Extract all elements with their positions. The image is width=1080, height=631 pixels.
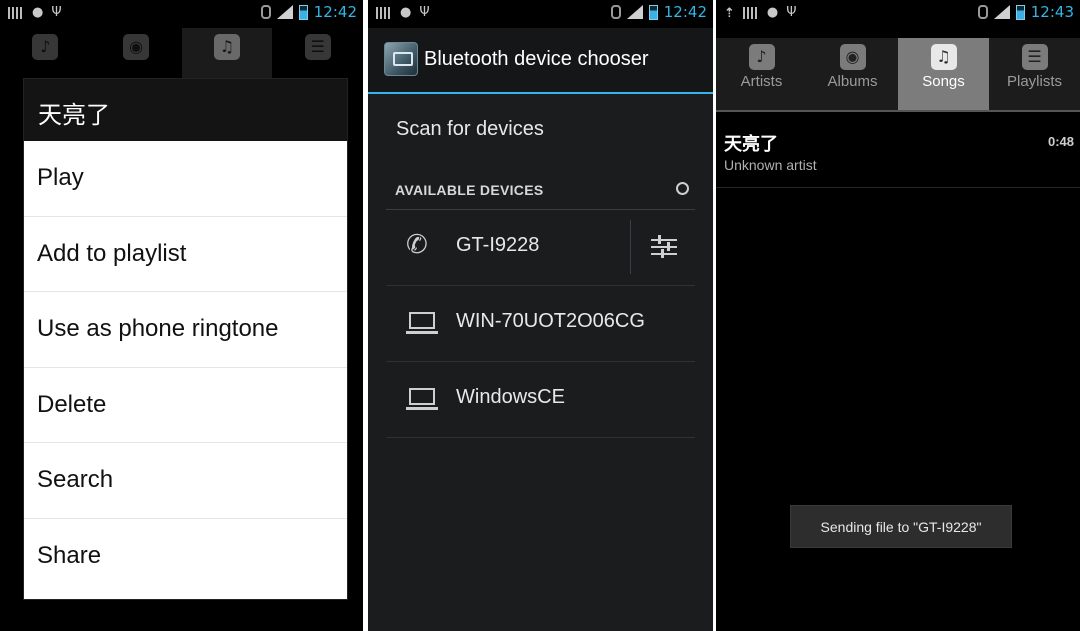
sending-file-toast: Sending file to "GT-I9228"	[790, 505, 1012, 548]
clock: 12:43	[1030, 3, 1074, 21]
tab-artists[interactable]: ♪ Artists	[716, 38, 807, 110]
device-name: WindowsCE	[456, 386, 565, 408]
list-icon: ☰	[304, 34, 331, 60]
menu-item-search[interactable]: Search	[24, 443, 347, 519]
usb-icon: Ψ	[51, 5, 62, 20]
song-row[interactable]: 天亮了 Unknown artist 0:48	[716, 118, 1080, 188]
section-label: AVAILABLE DEVICES	[395, 182, 544, 198]
barcode-icon	[742, 7, 759, 19]
device-row-gt-i9228[interactable]: ✆ GT-I9228	[386, 210, 695, 286]
bluetooth-header: Bluetooth device chooser	[368, 28, 713, 94]
battery-icon	[298, 4, 308, 20]
phone-icon: ✆	[406, 230, 428, 260]
tab-bar: ♪ Artists ◉ Albums ♫ Songs ☰ Playlists	[716, 38, 1080, 112]
tab-label: Albums	[827, 73, 878, 90]
microphone-icon: ♪	[32, 34, 59, 60]
signal-icon	[276, 5, 293, 19]
battery-icon	[1015, 4, 1025, 20]
list-icon: ☰	[1021, 44, 1048, 70]
album-icon: ◉	[839, 44, 866, 70]
microphone-icon: ♪	[748, 44, 775, 70]
android-icon: ●	[32, 5, 44, 20]
menu-item-use-as-ringtone[interactable]: Use as phone ringtone	[24, 292, 347, 368]
menu-item-share[interactable]: Share	[24, 519, 347, 595]
device-name: WIN-70UOT2O06CG	[456, 310, 645, 332]
tab-label: Artists	[740, 73, 783, 90]
song-duration: 0:48	[1047, 134, 1074, 149]
device-row-windowsce[interactable]: WindowsCE	[386, 362, 695, 438]
android-icon: ●	[766, 5, 779, 20]
available-devices-header: AVAILABLE DEVICES	[386, 176, 695, 210]
page-title: Bluetooth device chooser	[424, 48, 649, 70]
barcode-icon	[8, 7, 24, 19]
songs-screen: ⇡ ● Ψ 12:43 ♪ Artists ◉ Albums ♫ Songs ☰…	[716, 0, 1080, 631]
clock: 12:42	[313, 3, 357, 21]
laptop-icon	[406, 388, 438, 410]
bluetooth-app-icon	[384, 42, 418, 76]
song-title: 天亮了	[724, 134, 778, 155]
battery-icon	[648, 4, 658, 20]
menu-item-add-to-playlist[interactable]: Add to playlist	[24, 217, 347, 292]
music-note-icon: ♫	[930, 44, 957, 70]
divider	[630, 220, 631, 274]
tab-albums[interactable]: ◉ Albums	[807, 38, 898, 110]
bluetooth-chooser-screen: ● Ψ 12:42 Bluetooth device chooser Scan …	[368, 0, 713, 631]
tab-playlists[interactable]: ☰ Playlists	[989, 38, 1080, 110]
music-note-icon: ♫	[213, 34, 240, 60]
android-icon: ●	[400, 5, 412, 20]
clock: 12:42	[663, 3, 707, 21]
song-artist: Unknown artist	[724, 157, 817, 173]
menu-item-delete[interactable]: Delete	[24, 368, 347, 443]
bluetooth-icon	[610, 5, 621, 19]
signal-icon	[993, 5, 1010, 19]
context-menu: 天亮了 Play Add to playlist Use as phone ri…	[24, 79, 347, 599]
signal-icon	[626, 5, 643, 19]
status-bar: ⇡ ● Ψ 12:43	[716, 0, 1080, 28]
barcode-icon	[376, 7, 392, 19]
laptop-icon	[406, 312, 438, 334]
status-bar: ● Ψ 12:42	[0, 0, 363, 28]
usb-icon: Ψ	[419, 5, 430, 20]
tab-label: Playlists	[1006, 73, 1062, 90]
upload-icon: ⇡	[724, 5, 735, 21]
menu-item-play[interactable]: Play	[24, 141, 347, 217]
scan-for-devices-button[interactable]: Scan for devices	[396, 118, 544, 141]
usb-icon: Ψ	[786, 5, 797, 20]
scanning-spinner-icon	[676, 182, 689, 195]
context-menu-title: 天亮了	[24, 79, 347, 141]
device-settings-icon[interactable]	[651, 234, 677, 258]
album-icon: ◉	[123, 34, 150, 60]
bluetooth-icon	[977, 5, 988, 19]
tab-label: Songs	[922, 73, 965, 90]
tab-songs[interactable]: ♫ Songs	[898, 38, 989, 110]
bluetooth-icon	[260, 5, 271, 19]
context-menu-screen: ● Ψ 12:42 ♪ ◉ ♫ ☰ 天亮了 Play Add to playli…	[0, 0, 363, 631]
device-row-win[interactable]: WIN-70UOT2O06CG	[386, 286, 695, 362]
status-bar: ● Ψ 12:42	[368, 0, 713, 28]
device-name: GT-I9228	[456, 234, 540, 256]
